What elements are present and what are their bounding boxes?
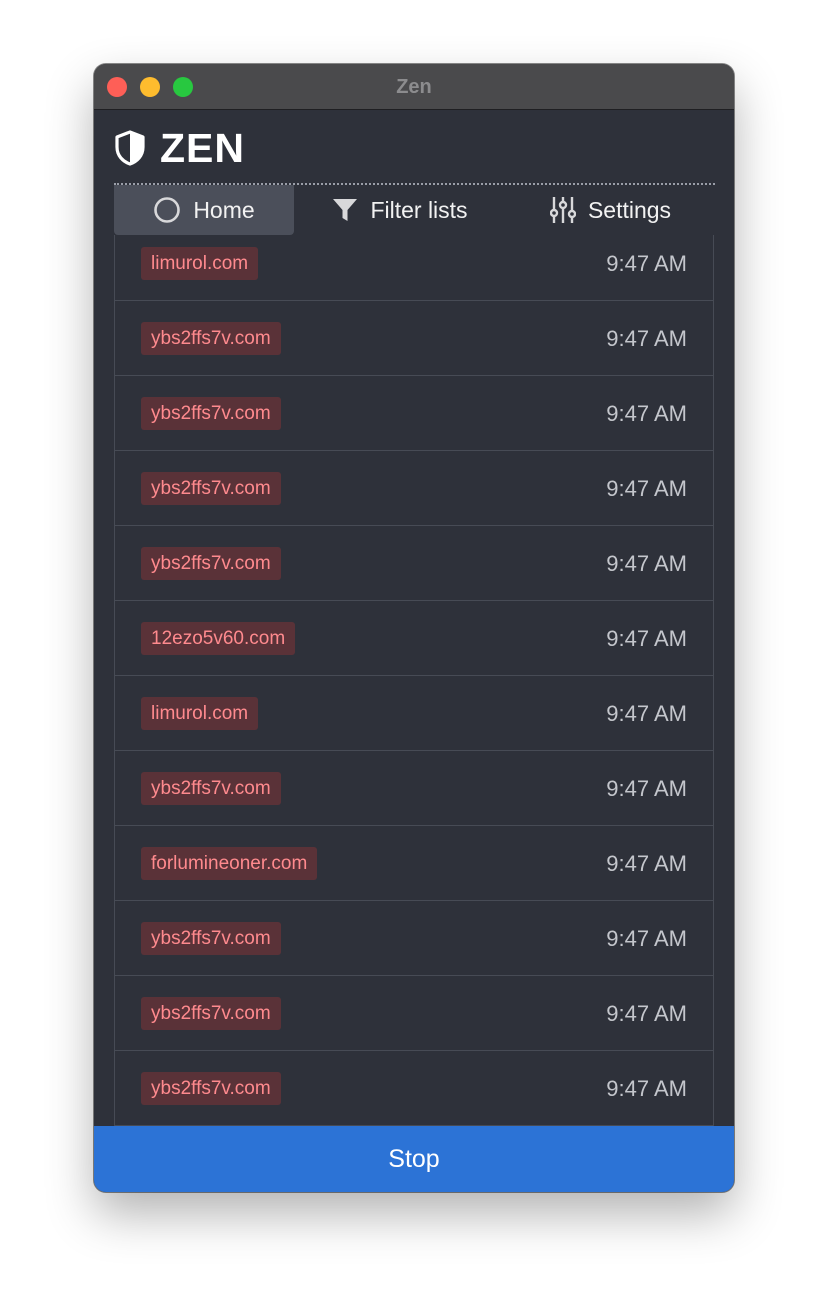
request-row[interactable]: limurol.com 9:47 AM: [115, 235, 713, 301]
request-row[interactable]: ybs2ffs7v.com 9:47 AM: [115, 526, 713, 601]
request-time: 9:47 AM: [606, 1001, 687, 1026]
request-time: 9:47 AM: [606, 401, 687, 426]
request-time: 9:47 AM: [606, 701, 687, 726]
stop-button[interactable]: Stop: [94, 1126, 734, 1192]
blocked-domain-badge: ybs2ffs7v.com: [141, 997, 281, 1030]
request-row[interactable]: ybs2ffs7v.com 9:47 AM: [115, 1051, 713, 1126]
tab-home[interactable]: Home: [114, 185, 294, 235]
blocked-domain-badge: ybs2ffs7v.com: [141, 772, 281, 805]
sliders-icon: [549, 196, 576, 224]
tab-filter-lists-label: Filter lists: [370, 196, 468, 223]
request-row[interactable]: ybs2ffs7v.com 9:47 AM: [115, 976, 713, 1051]
request-time: 9:47 AM: [606, 1076, 687, 1101]
tab-settings[interactable]: Settings: [506, 185, 715, 235]
circle-icon: [153, 196, 181, 224]
tab-filter-lists[interactable]: Filter lists: [300, 185, 500, 235]
filter-icon: [332, 197, 358, 223]
blocked-domain-badge: ybs2ffs7v.com: [141, 547, 281, 580]
request-time: 9:47 AM: [606, 926, 687, 951]
tab-settings-label: Settings: [587, 196, 672, 223]
blocked-domain-badge: ybs2ffs7v.com: [141, 922, 281, 955]
blocked-domain-badge: ybs2ffs7v.com: [141, 472, 281, 505]
tab-bar: Home Filter lists Settings: [114, 183, 715, 235]
request-row[interactable]: 12ezo5v60.com 9:47 AM: [115, 601, 713, 676]
request-row[interactable]: ybs2ffs7v.com 9:47 AM: [115, 451, 713, 526]
request-row[interactable]: limurol.com 9:47 AM: [115, 676, 713, 751]
request-time: 9:47 AM: [606, 476, 687, 501]
blocked-domain-badge: limurol.com: [141, 697, 259, 730]
blocked-domain-badge: ybs2ffs7v.com: [141, 322, 281, 355]
request-row[interactable]: ybs2ffs7v.com 9:47 AM: [115, 901, 713, 976]
request-time: 9:47 AM: [606, 251, 687, 276]
blocked-domain-badge: 12ezo5v60.com: [141, 622, 296, 655]
request-time: 9:47 AM: [606, 551, 687, 576]
brand: ZEN: [114, 126, 245, 170]
request-row[interactable]: ybs2ffs7v.com 9:47 AM: [115, 376, 713, 451]
blocked-domain-badge: ybs2ffs7v.com: [141, 1072, 281, 1105]
shield-icon: [114, 130, 146, 166]
request-time: 9:47 AM: [606, 851, 687, 876]
request-time: 9:47 AM: [606, 626, 687, 651]
brand-name: ZEN: [160, 125, 245, 171]
title-bar[interactable]: Zen: [94, 64, 734, 110]
blocked-domain-badge: limurol.com: [141, 247, 259, 280]
request-row[interactable]: ybs2ffs7v.com 9:47 AM: [115, 751, 713, 826]
blocked-domain-badge: ybs2ffs7v.com: [141, 397, 281, 430]
request-row[interactable]: ybs2ffs7v.com 9:47 AM: [115, 301, 713, 376]
request-time: 9:47 AM: [606, 326, 687, 351]
app-window: Zen ZEN Home Filter lists Settings limur…: [94, 64, 734, 1192]
blocked-requests-list[interactable]: limurol.com 9:47 AM ybs2ffs7v.com 9:47 AM yb…: [114, 235, 714, 1126]
request-row[interactable]: forlumineoner.com 9:47 AM: [115, 826, 713, 901]
blocked-domain-badge: forlumineoner.com: [141, 847, 318, 880]
tab-home-label: Home: [193, 196, 255, 223]
request-time: 9:47 AM: [606, 776, 687, 801]
window-title: Zen: [396, 76, 432, 98]
